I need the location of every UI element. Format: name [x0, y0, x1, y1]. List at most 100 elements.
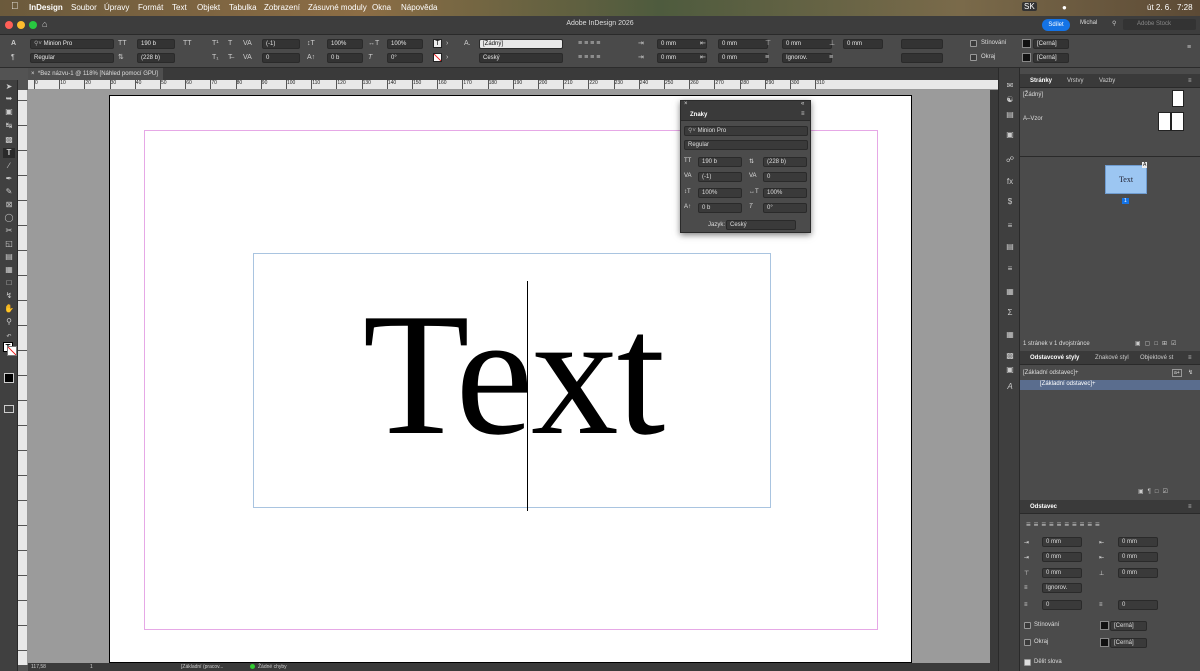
pages-panel-icon[interactable]: ▣ [1004, 130, 1016, 140]
text-wrap-icon[interactable]: ▩ [1004, 351, 1016, 361]
sigma-icon[interactable]: Σ [1004, 308, 1016, 318]
styles-footer-icons[interactable]: ▣¶□☑ [1138, 488, 1172, 495]
p-shading-checkbox[interactable] [1024, 622, 1031, 629]
right-indent-field[interactable]: 0 mm [718, 39, 768, 49]
tab-pages[interactable]: Stránky [1030, 78, 1052, 84]
errors-status[interactable]: Žádné chyby [258, 664, 287, 670]
pages-footer-icons[interactable]: ▣▢□⊞☑ [1135, 340, 1180, 347]
leading-field[interactable]: (228 b) [137, 53, 175, 63]
shading-color-field[interactable]: [Černá] [1033, 39, 1069, 49]
character-styles-icon[interactable]: A [1004, 382, 1016, 392]
tab-paragraph[interactable]: Odstavec [1030, 504, 1057, 510]
justify-icons[interactable]: ≡≡≡≡ [578, 53, 602, 62]
menu-zasuvne-moduly[interactable]: Zásuvné moduly [308, 3, 367, 12]
gap-tool-icon[interactable]: ↹ [3, 121, 15, 131]
vertical-scrollbar[interactable] [990, 90, 998, 663]
character-panel-menu-icon[interactable]: ≡ [801, 111, 805, 117]
stock-search-input[interactable]: Adobe Stock [1123, 19, 1196, 30]
menubar-time[interactable]: 7:28 [1177, 3, 1193, 12]
menu-objekt[interactable]: Objekt [197, 3, 220, 12]
baseline-shift-field[interactable]: 0 b [327, 53, 363, 63]
master-a[interactable]: A–Vzor [1023, 116, 1043, 122]
align-icon[interactable]: ▦ [1004, 287, 1016, 297]
none-master-thumb[interactable] [1172, 90, 1184, 107]
menu-text[interactable]: Text [172, 3, 187, 12]
p-space-before-field[interactable]: 0 mm [1042, 568, 1082, 578]
wifi-icon[interactable]: ● [1062, 3, 1067, 12]
close-window-icon[interactable] [5, 21, 13, 29]
font-family-field[interactable]: ⚲˅ Minion Pro [30, 39, 114, 49]
rectangle-frame-tool-icon[interactable]: ⊠ [3, 200, 15, 210]
transform-tool-icon[interactable]: ◱ [3, 239, 15, 249]
pencil-tool-icon[interactable]: ✎ [3, 187, 15, 197]
menu-napoveda[interactable]: Nápověda [401, 3, 437, 12]
tab-character-styles[interactable]: Znakové styl [1095, 355, 1129, 361]
properties-icon[interactable]: ▤ [1004, 110, 1016, 120]
minimize-window-icon[interactable] [17, 21, 25, 29]
paragraph-styles-icon[interactable]: ≡ [1004, 221, 1016, 231]
menu-format[interactable]: Formát [138, 3, 163, 12]
p-left-indent-field[interactable]: 0 mm [1042, 537, 1082, 547]
gradient-feather-icon[interactable]: ▦ [3, 265, 15, 275]
content-collector-icon[interactable]: ▩ [3, 135, 15, 145]
z-size-field[interactable]: 190 b [698, 157, 742, 167]
font-style-field[interactable]: Regular [30, 53, 114, 63]
eyedropper-tool-icon[interactable]: ↯ [3, 291, 15, 301]
horizontal-scale-field[interactable]: 100% [387, 39, 423, 49]
menu-okna[interactable]: Okna [372, 3, 391, 12]
menu-tabulka[interactable]: Tabulka [229, 3, 257, 12]
type-tool-icon[interactable]: T [3, 148, 15, 158]
master-thumb-left[interactable] [1158, 112, 1171, 131]
selection-tool-icon[interactable]: ➤ [3, 82, 15, 92]
style-list-item[interactable]: [Základní odstavec]+ [1020, 380, 1200, 390]
p-border-checkbox[interactable] [1024, 639, 1031, 646]
language-badge[interactable]: SK [1022, 2, 1037, 11]
fill-color-icon[interactable]: T [433, 39, 442, 48]
panel-menu-icon-paragraph[interactable]: ≡ [1188, 504, 1192, 510]
effects-icon[interactable]: fx [1004, 177, 1016, 187]
skew-field[interactable]: 0° [387, 53, 423, 63]
table-icon[interactable]: ▦ [1004, 330, 1016, 340]
p-dropcap-chars-field[interactable]: 0 [1118, 600, 1158, 610]
p-space-after-field[interactable]: 0 mm [1118, 568, 1158, 578]
pen-tool-icon[interactable]: ✒ [3, 174, 15, 184]
close-tab-icon[interactable]: × [31, 71, 35, 77]
kerning-field[interactable]: (-1) [262, 39, 300, 49]
character-style-field[interactable]: [Žádný] [479, 39, 563, 49]
style-field[interactable]: [Základní (pracov... [181, 664, 223, 670]
vertical-ruler[interactable] [18, 90, 28, 665]
menu-upravy[interactable]: Úpravy [104, 3, 129, 12]
z-skew-field[interactable]: 0° [763, 203, 807, 213]
border-color-field[interactable]: [Černá] [1033, 53, 1069, 63]
panel-menu-icon[interactable]: ≡ [1187, 43, 1191, 52]
zoom-tool-icon[interactable]: ⚲ [3, 317, 15, 327]
menu-zobrazeni[interactable]: Zobrazení [264, 3, 300, 12]
scissors-tool-icon[interactable]: ✂ [3, 226, 15, 236]
comments-icon[interactable]: ✉ [1004, 81, 1016, 91]
swatches-icon[interactable]: ▤ [1004, 242, 1016, 252]
menubar-date[interactable]: út 2. 6. [1147, 3, 1171, 12]
line-tool-icon[interactable]: ∕ [3, 161, 15, 171]
note-tool-icon[interactable]: □ [3, 278, 15, 288]
share-button[interactable]: Sdílet [1042, 19, 1070, 31]
hand-tool-icon[interactable]: ✋ [3, 304, 15, 314]
character-mode-icon[interactable]: A [11, 39, 16, 48]
dropcap-field-extra[interactable] [901, 53, 943, 63]
menu-app[interactable]: InDesign [29, 3, 63, 12]
object-styles-icon[interactable]: ▣ [1004, 365, 1016, 375]
z-tracking-field[interactable]: 0 [763, 172, 807, 182]
last-indent-field[interactable]: 0 mm [718, 53, 768, 63]
underline-icon[interactable]: T [228, 39, 232, 48]
pasteboard[interactable]: Text [28, 90, 990, 663]
stroke-color-icon[interactable] [433, 53, 442, 62]
border-checkbox[interactable] [970, 54, 977, 61]
tab-paragraph-styles[interactable]: Odstavcové styly [1030, 355, 1079, 361]
tab-links[interactable]: Vazby [1099, 78, 1115, 84]
zoom-window-icon[interactable] [29, 21, 37, 29]
panel-menu-icon-pages[interactable]: ≡ [1188, 78, 1192, 84]
space-field-extra[interactable] [901, 39, 943, 49]
superscript-icon[interactable]: T¹ [212, 39, 219, 48]
new-style-from-selection-icon[interactable]: a+ [1172, 369, 1182, 377]
direct-selection-tool-icon[interactable]: ➥ [3, 94, 15, 104]
libraries-icon[interactable]: ☯ [1004, 95, 1016, 105]
